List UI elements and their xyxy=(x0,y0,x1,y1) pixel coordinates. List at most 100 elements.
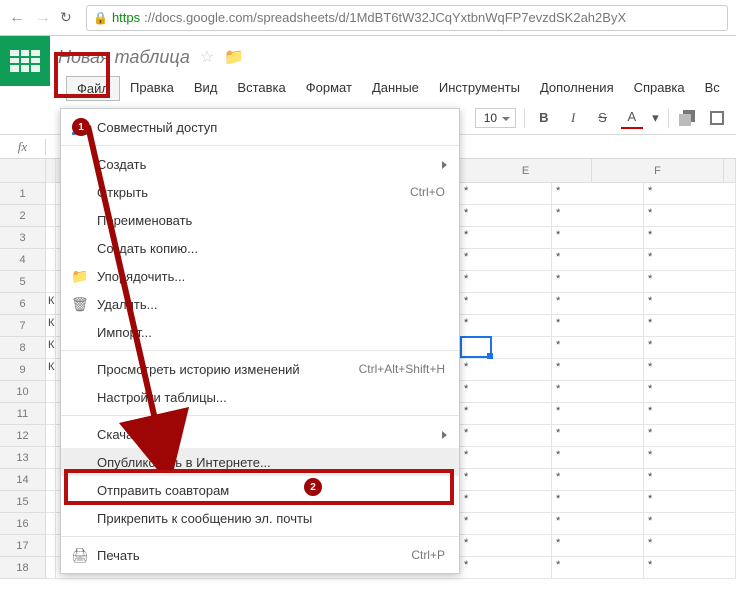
cell[interactable]: * xyxy=(552,337,644,359)
cell[interactable]: * xyxy=(460,183,552,205)
cell[interactable]: * xyxy=(644,557,736,579)
menu-history[interactable]: Просмотреть историю измененийCtrl+Alt+Sh… xyxy=(61,355,459,383)
cell[interactable]: * xyxy=(644,447,736,469)
cell[interactable]: * xyxy=(552,183,644,205)
text-color-dropdown-icon[interactable]: ▾ xyxy=(651,107,661,129)
bold-button[interactable]: B xyxy=(533,107,554,129)
cell[interactable]: * xyxy=(460,205,552,227)
cell[interactable] xyxy=(46,381,56,403)
reload-icon[interactable]: ↻ xyxy=(60,9,78,27)
font-size-select[interactable]: 10 xyxy=(475,108,516,128)
row-header[interactable]: 18 xyxy=(0,557,46,579)
menu-email-collab[interactable]: Отправить соавторам xyxy=(61,476,459,504)
column-header-partial[interactable] xyxy=(46,159,56,183)
fill-color-button[interactable] xyxy=(677,107,698,129)
cell[interactable]: * xyxy=(644,205,736,227)
cell[interactable]: К xyxy=(46,359,56,381)
cell[interactable]: К xyxy=(46,315,56,337)
cell[interactable]: * xyxy=(460,293,552,315)
row-header[interactable]: 15 xyxy=(0,491,46,513)
cell[interactable] xyxy=(46,249,56,271)
cell[interactable]: * xyxy=(460,469,552,491)
cell[interactable]: * xyxy=(644,183,736,205)
folder-icon[interactable]: 📁 xyxy=(224,47,244,67)
fill-handle[interactable] xyxy=(487,353,493,359)
cell[interactable] xyxy=(46,447,56,469)
cell[interactable] xyxy=(46,403,56,425)
cell[interactable]: * xyxy=(644,491,736,513)
cell[interactable]: * xyxy=(460,249,552,271)
cell[interactable] xyxy=(46,535,56,557)
menu-file[interactable]: Файл xyxy=(66,76,120,101)
cell[interactable]: * xyxy=(644,293,736,315)
cell[interactable]: * xyxy=(644,359,736,381)
row-header[interactable]: 6 xyxy=(0,293,46,315)
menu-edit[interactable]: Правка xyxy=(120,76,184,101)
cell[interactable] xyxy=(46,183,56,205)
menu-download[interactable]: Скачать как xyxy=(61,420,459,448)
cell[interactable]: * xyxy=(644,535,736,557)
url-bar[interactable]: 🔒 https://docs.google.com/spreadsheets/d… xyxy=(86,5,728,31)
menu-settings[interactable]: Настройки таблицы... xyxy=(61,383,459,411)
cell[interactable]: * xyxy=(460,535,552,557)
sheets-logo[interactable] xyxy=(0,36,50,86)
column-header-f[interactable]: F xyxy=(592,159,724,183)
row-header[interactable]: 7 xyxy=(0,315,46,337)
row-header[interactable]: 13 xyxy=(0,447,46,469)
menu-more[interactable]: Вс xyxy=(695,76,730,101)
select-all-corner[interactable] xyxy=(0,159,46,183)
cell[interactable]: * xyxy=(644,249,736,271)
cell[interactable]: * xyxy=(460,359,552,381)
cell[interactable]: * xyxy=(552,315,644,337)
cell[interactable]: * xyxy=(552,205,644,227)
cell[interactable]: * xyxy=(552,513,644,535)
text-color-button[interactable]: A xyxy=(621,107,642,129)
row-header[interactable]: 9 xyxy=(0,359,46,381)
cell[interactable]: * xyxy=(460,315,552,337)
cell[interactable]: * xyxy=(644,381,736,403)
forward-icon[interactable]: → xyxy=(34,9,52,27)
menu-data[interactable]: Данные xyxy=(362,76,429,101)
menu-delete[interactable]: 🗑Удалить... xyxy=(61,290,459,318)
cell[interactable]: * xyxy=(552,469,644,491)
menu-insert[interactable]: Вставка xyxy=(227,76,295,101)
row-header[interactable]: 17 xyxy=(0,535,46,557)
cell[interactable]: * xyxy=(552,425,644,447)
row-header[interactable]: 14 xyxy=(0,469,46,491)
cell[interactable]: * xyxy=(552,271,644,293)
row-header[interactable]: 5 xyxy=(0,271,46,293)
cell[interactable]: * xyxy=(644,403,736,425)
row-header[interactable]: 12 xyxy=(0,425,46,447)
cell[interactable]: * xyxy=(460,513,552,535)
cell[interactable]: * xyxy=(460,271,552,293)
strike-button[interactable]: S xyxy=(592,107,613,129)
row-header[interactable]: 8 xyxy=(0,337,46,359)
cell[interactable] xyxy=(46,513,56,535)
cell[interactable]: * xyxy=(644,469,736,491)
cell[interactable]: * xyxy=(460,425,552,447)
italic-button[interactable]: I xyxy=(562,107,583,129)
cell[interactable]: * xyxy=(644,227,736,249)
cell[interactable]: * xyxy=(552,491,644,513)
menu-tools[interactable]: Инструменты xyxy=(429,76,530,101)
menu-import[interactable]: Импорт... xyxy=(61,318,459,346)
menu-rename[interactable]: Переименовать xyxy=(61,206,459,234)
cell[interactable]: * xyxy=(552,249,644,271)
menu-create[interactable]: Создать xyxy=(61,150,459,178)
cell[interactable] xyxy=(46,227,56,249)
cell[interactable]: * xyxy=(460,491,552,513)
borders-button[interactable] xyxy=(707,107,728,129)
cell[interactable]: * xyxy=(552,447,644,469)
selected-cell[interactable] xyxy=(460,336,492,358)
menu-organize[interactable]: 📁Упорядочить... xyxy=(61,262,459,290)
cell[interactable]: * xyxy=(644,271,736,293)
row-header[interactable]: 11 xyxy=(0,403,46,425)
cell[interactable]: К xyxy=(46,337,56,359)
row-header[interactable]: 16 xyxy=(0,513,46,535)
menu-attach[interactable]: Прикрепить к сообщению эл. почты xyxy=(61,504,459,532)
cell[interactable]: * xyxy=(460,227,552,249)
cell[interactable]: * xyxy=(644,337,736,359)
cell[interactable]: * xyxy=(460,447,552,469)
cell[interactable] xyxy=(46,491,56,513)
menu-addons[interactable]: Дополнения xyxy=(530,76,624,101)
